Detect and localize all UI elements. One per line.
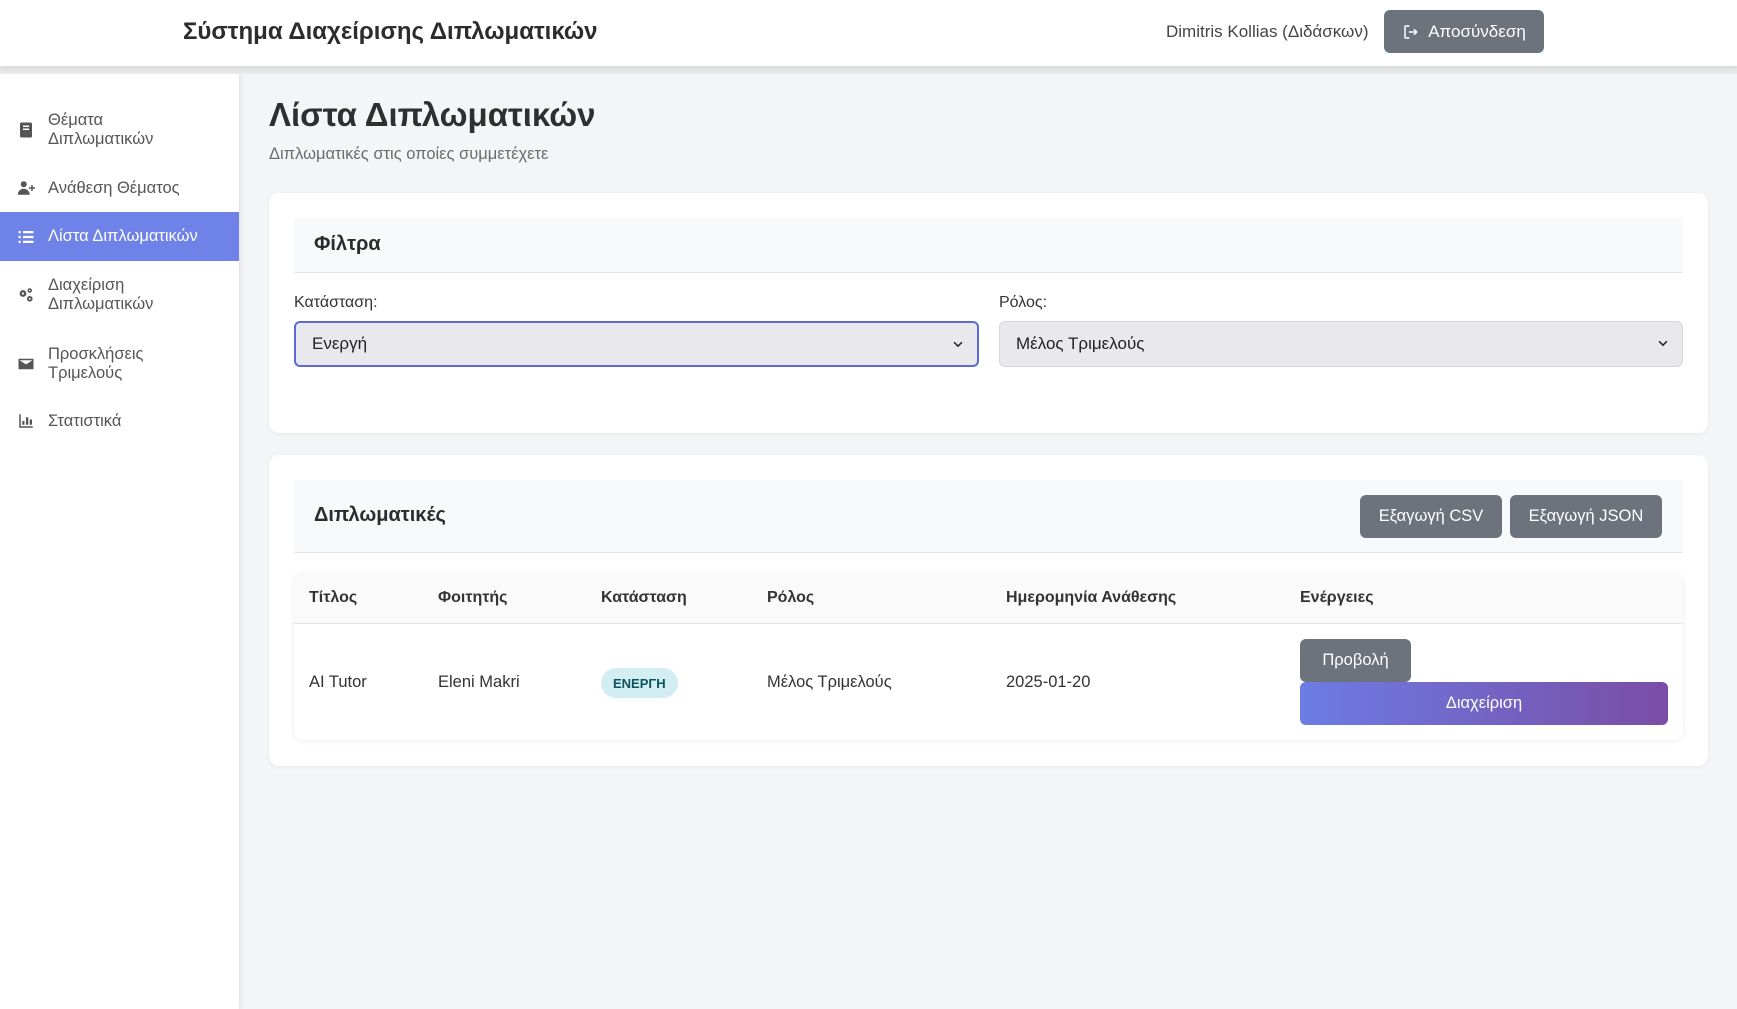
sidebar-item-label: Διαχείριση Διπλωματικών: [48, 276, 154, 313]
status-filter-label: Κατάσταση:: [294, 294, 378, 311]
sidebar-item-label: Προσκλήσεις Τριμελούς: [48, 345, 144, 382]
book-icon: [16, 120, 36, 140]
chevron-down-icon: [953, 341, 963, 348]
role-filter-select[interactable]: Μέλος Τριμελούς: [999, 321, 1683, 367]
filters-card-header: Φίλτρα: [294, 218, 1683, 273]
logout-label: Αποσύνδεση: [1428, 21, 1526, 41]
cogs-icon: [16, 285, 36, 305]
status-badge: ΕΝΕΡΓΗ: [601, 668, 678, 698]
export-csv-button[interactable]: Εξαγωγή CSV: [1360, 495, 1502, 538]
envelope-icon: [16, 354, 36, 374]
export-json-button[interactable]: Εξαγωγή JSON: [1510, 495, 1662, 538]
cell-date: 2025-01-20: [1006, 673, 1091, 691]
top-header: Σύστημα Διαχείρισης Διπλωματικών Dimitri…: [0, 0, 1737, 66]
column-header-title: Τίτλος: [309, 589, 358, 606]
sidebar-item-label: Θέματα Διπλωματικών: [48, 111, 154, 148]
cell-title: AI Tutor: [309, 673, 367, 691]
page-subtitle: Διπλωματικές στις οποίες συμμετέχετε: [269, 145, 549, 163]
app-title: Σύστημα Διαχείρισης Διπλωματικών: [183, 18, 598, 45]
page-title: Λίστα Διπλωματικών: [269, 96, 596, 133]
filters-title: Φίλτρα: [314, 233, 381, 255]
manage-button[interactable]: Διαχείριση: [1300, 682, 1668, 725]
cell-student: Eleni Makri: [438, 673, 520, 691]
sidebar-item-label: Ανάθεση Θέματος: [48, 178, 180, 197]
sidebar-item-thesis-topics[interactable]: Θέματα Διπλωματικών: [0, 104, 239, 156]
sidebar-item-thesis-management[interactable]: Διαχείριση Διπλωματικών: [0, 269, 239, 321]
chart-icon: [16, 411, 36, 431]
role-filter-label: Ρόλος:: [999, 294, 1048, 311]
list-icon: [16, 227, 36, 247]
sidebar-item-statistics[interactable]: Στατιστικά: [0, 401, 239, 441]
cell-role: Μέλος Τριμελούς: [767, 673, 892, 691]
logout-button[interactable]: Αποσύνδεση: [1384, 10, 1544, 53]
column-header-student: Φοιτητής: [438, 589, 508, 606]
chevron-down-icon: [1658, 340, 1668, 347]
sign-out-icon: [1402, 23, 1420, 41]
sidebar-item-label: Λίστα Διπλωματικών: [48, 227, 198, 245]
column-header-role: Ρόλος: [767, 589, 815, 606]
column-header-actions: Ενέργειες: [1300, 589, 1374, 606]
table-header: Τίτλος Φοιτητής Κατάσταση Ρόλος Ημερομην…: [294, 573, 1683, 624]
column-header-assignment-date: Ημερομηνία Ανάθεσης: [1006, 589, 1177, 606]
user-plus-icon: [16, 178, 36, 198]
sidebar-item-committee-invitations[interactable]: Προσκλήσεις Τριμελούς: [0, 338, 239, 390]
status-filter-value: Ενεργή: [312, 334, 368, 353]
sidebar-item-thesis-list[interactable]: Λίστα Διπλωματικών: [0, 212, 239, 261]
theses-title: Διπλωματικές: [314, 504, 446, 526]
theses-card-header: Διπλωματικές Εξαγωγή CSV Εξαγωγή JSON: [294, 480, 1683, 553]
column-header-status: Κατάσταση: [601, 589, 687, 606]
theses-table: Τίτλος Φοιτητής Κατάσταση Ρόλος Ημερομην…: [294, 573, 1683, 740]
filters-card: Φίλτρα Κατάσταση: Ενεργή Ρόλος: Μέλος Τρ…: [269, 193, 1708, 433]
view-button[interactable]: Προβολή: [1300, 639, 1411, 682]
sidebar-item-label: Στατιστικά: [48, 411, 122, 430]
role-filter-value: Μέλος Τριμελούς: [1016, 334, 1145, 353]
status-filter-select[interactable]: Ενεργή: [294, 321, 979, 367]
sidebar: Θέματα Διπλωματικών Ανάθεση Θέματος Λίστ…: [0, 74, 239, 1009]
header-divider: [0, 66, 1737, 74]
user-name: Dimitris Kollias (Διδάσκων): [1166, 22, 1369, 41]
sidebar-item-assign-topic[interactable]: Ανάθεση Θέματος: [0, 168, 239, 208]
